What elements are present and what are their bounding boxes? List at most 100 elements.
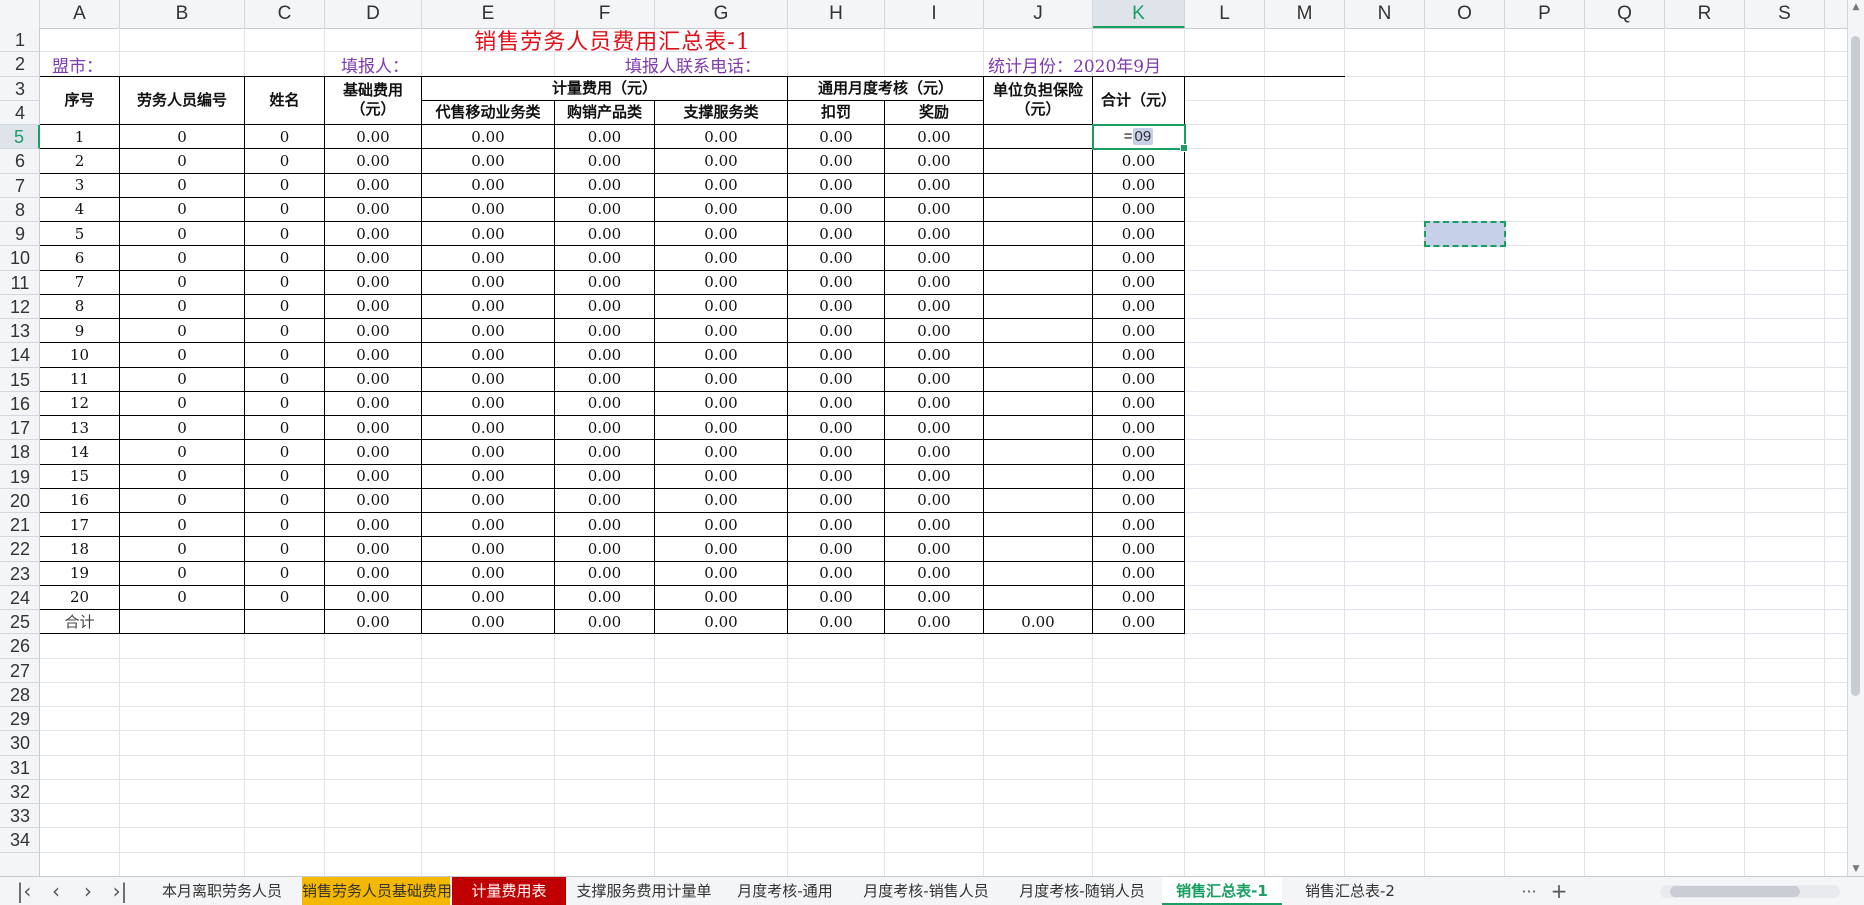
table-cell-f[interactable]: 0.00 — [555, 416, 655, 441]
table-cell-d[interactable]: 0.00 — [325, 125, 422, 150]
table-cell-d[interactable]: 0.00 — [325, 197, 422, 222]
vertical-scrollbar[interactable]: ▲ ▼ — [1847, 0, 1864, 876]
table-cell-d[interactable]: 0.00 — [325, 367, 422, 392]
table-cell-h[interactable]: 0.00 — [788, 222, 885, 247]
row-header-24[interactable]: 24 — [0, 586, 40, 610]
table-cell-f[interactable]: 0.00 — [555, 561, 655, 586]
column-header-e[interactable]: E — [422, 0, 555, 28]
table-cell-d[interactable]: 0.00 — [325, 561, 422, 586]
total-cell-g[interactable]: 0.00 — [655, 610, 788, 635]
row-header-29[interactable]: 29 — [0, 707, 40, 732]
sheet-tab-4[interactable]: 支撑服务费用计量单 — [568, 877, 720, 905]
table-cell-staff_no[interactable]: 0 — [120, 197, 245, 222]
column-header-q[interactable]: Q — [1585, 0, 1665, 28]
table-cell-e[interactable]: 0.00 — [422, 416, 555, 441]
row-header-1[interactable]: 1 — [0, 28, 40, 53]
table-cell-j[interactable] — [984, 513, 1093, 538]
table-cell-k[interactable]: 0.00 — [1093, 391, 1185, 416]
table-cell-f[interactable]: 0.00 — [555, 246, 655, 271]
sheet-tab-9[interactable]: 销售汇总表-2 — [1284, 877, 1416, 905]
header-seq[interactable]: 序号 — [40, 76, 120, 125]
table-cell-f[interactable]: 0.00 — [555, 222, 655, 247]
table-cell-staff_no[interactable]: 0 — [120, 125, 245, 150]
row-header-21[interactable]: 21 — [0, 513, 40, 538]
table-cell-e[interactable]: 0.00 — [422, 197, 555, 222]
column-header-h[interactable]: H — [788, 0, 885, 28]
sheet-tab-7[interactable]: 月度考核-随销人员 — [1004, 877, 1160, 905]
table-cell-h[interactable]: 0.00 — [788, 391, 885, 416]
row-header-4[interactable]: 4 — [0, 101, 40, 125]
table-cell-e[interactable]: 0.00 — [422, 343, 555, 368]
sheet-tab-1[interactable]: 本月离职劳务人员 — [144, 877, 300, 905]
column-header-c[interactable]: C — [245, 0, 325, 28]
stat-month-label[interactable]: 统计月份：2020年9月 — [984, 52, 1265, 77]
table-cell-staff_no[interactable]: 0 — [120, 246, 245, 271]
league-city-label[interactable]: 盟市： — [40, 52, 325, 77]
table-cell-i[interactable]: 0.00 — [885, 488, 984, 513]
table-cell-seq[interactable]: 14 — [40, 440, 120, 465]
table-cell-staff_no[interactable]: 0 — [120, 416, 245, 441]
table-cell-e[interactable]: 0.00 — [422, 537, 555, 562]
table-cell-seq[interactable]: 2 — [40, 149, 120, 174]
next-sheet-icon[interactable]: › — [74, 877, 102, 905]
total-cell-k[interactable]: 0.00 — [1093, 610, 1185, 635]
table-cell-d[interactable]: 0.00 — [325, 537, 422, 562]
table-cell-staff_no[interactable]: 0 — [120, 367, 245, 392]
table-cell-f[interactable]: 0.00 — [555, 270, 655, 295]
table-cell-k[interactable]: 0.00 — [1093, 464, 1185, 489]
table-cell-i[interactable]: 0.00 — [885, 537, 984, 562]
row-header-6[interactable]: 6 — [0, 149, 40, 174]
first-sheet-icon[interactable]: |‹ — [10, 877, 38, 905]
table-cell-g[interactable]: 0.00 — [655, 367, 788, 392]
row-header-26[interactable]: 26 — [0, 634, 40, 659]
column-header-s[interactable]: S — [1745, 0, 1825, 28]
sheet-tab-5[interactable]: 月度考核-通用 — [722, 877, 848, 905]
header-monthly-review[interactable]: 通用月度考核（元） — [788, 76, 984, 101]
row-header-27[interactable]: 27 — [0, 659, 40, 683]
table-cell-seq[interactable]: 5 — [40, 222, 120, 247]
header-metered-fee[interactable]: 计量费用（元） — [422, 76, 788, 101]
header-purchase-sales[interactable]: 购销产品类 — [555, 100, 655, 125]
column-header-j[interactable]: J — [984, 0, 1093, 28]
row-header-17[interactable]: 17 — [0, 416, 40, 441]
row-header-32[interactable]: 32 — [0, 780, 40, 804]
column-header-i[interactable]: I — [885, 0, 984, 28]
table-cell-e[interactable]: 0.00 — [422, 561, 555, 586]
table-cell-staff_no[interactable]: 0 — [120, 488, 245, 513]
table-cell-staff_no[interactable]: 0 — [120, 537, 245, 562]
row-header-2[interactable]: 2 — [0, 52, 40, 77]
table-cell-g[interactable]: 0.00 — [655, 149, 788, 174]
table-cell-k[interactable]: 0.00 — [1093, 513, 1185, 538]
table-cell-f[interactable]: 0.00 — [555, 440, 655, 465]
table-cell-e[interactable]: 0.00 — [422, 294, 555, 319]
row-header-20[interactable]: 20 — [0, 489, 40, 513]
header-agency-mobile[interactable]: 代售移动业务类 — [422, 100, 555, 125]
table-cell-name[interactable]: 0 — [245, 464, 325, 489]
table-cell-h[interactable]: 0.00 — [788, 173, 885, 198]
table-cell-i[interactable]: 0.00 — [885, 513, 984, 538]
table-cell-h[interactable]: 0.00 — [788, 440, 885, 465]
table-cell-seq[interactable]: 11 — [40, 367, 120, 392]
table-cell-d[interactable]: 0.00 — [325, 222, 422, 247]
table-cell-f[interactable]: 0.00 — [555, 197, 655, 222]
column-header-m[interactable]: M — [1265, 0, 1345, 28]
table-cell-j[interactable] — [984, 294, 1093, 319]
header-support-service[interactable]: 支撑服务类 — [655, 100, 788, 125]
table-cell-k[interactable]: 0.00 — [1093, 440, 1185, 465]
table-cell-j[interactable] — [984, 246, 1093, 271]
total-cell-h[interactable]: 0.00 — [788, 610, 885, 635]
table-cell-g[interactable]: 0.00 — [655, 488, 788, 513]
header-deduct[interactable]: 扣罚 — [788, 100, 885, 125]
table-cell-h[interactable]: 0.00 — [788, 149, 885, 174]
header-name[interactable]: 姓名 — [245, 76, 325, 125]
table-cell-g[interactable]: 0.00 — [655, 294, 788, 319]
total-cell-e[interactable]: 0.00 — [422, 610, 555, 635]
table-cell-j[interactable] — [984, 416, 1093, 441]
table-cell-j[interactable] — [984, 343, 1093, 368]
table-cell-k[interactable]: 0.00 — [1093, 367, 1185, 392]
table-cell-e[interactable]: 0.00 — [422, 464, 555, 489]
table-cell-k[interactable]: 0.00 — [1093, 537, 1185, 562]
table-cell-j[interactable] — [984, 270, 1093, 295]
table-cell-seq[interactable]: 16 — [40, 488, 120, 513]
fill-handle[interactable] — [1180, 144, 1188, 153]
